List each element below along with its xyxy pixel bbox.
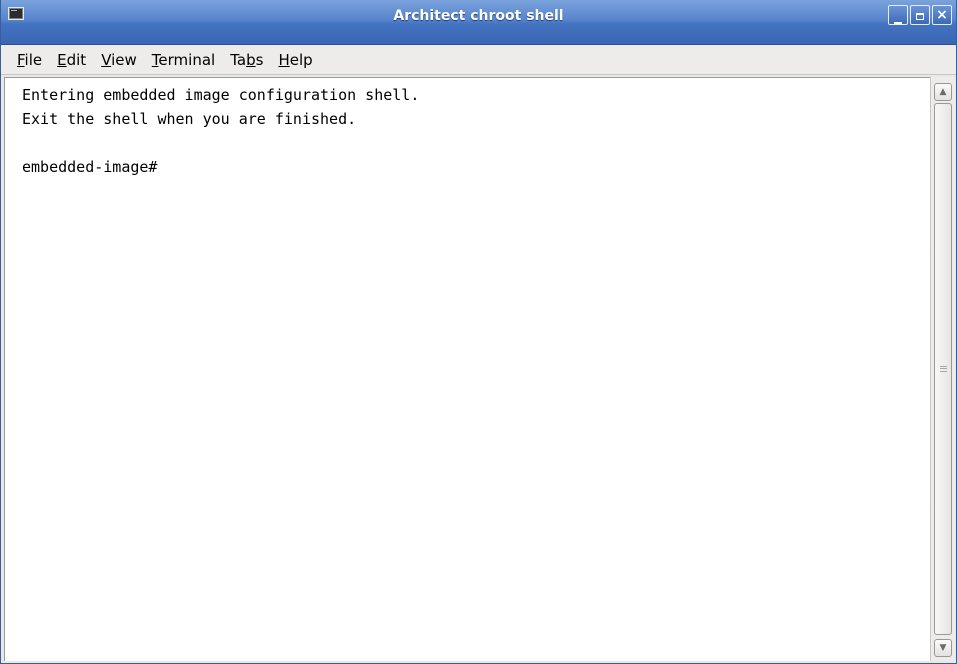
- menu-terminal-label: erminal: [158, 50, 216, 69]
- menu-tabs-mnemonic: b: [246, 50, 256, 69]
- menu-view-label: iew: [111, 50, 137, 69]
- maximize-icon: [916, 13, 924, 20]
- window-title: Architect chroot shell: [393, 8, 564, 24]
- terminal-line: Entering embedded image configuration sh…: [22, 86, 420, 104]
- grip-icon: [940, 366, 947, 372]
- minimize-icon: [894, 22, 902, 24]
- maximize-button[interactable]: [910, 5, 930, 25]
- menu-help-mnemonic: H: [278, 50, 290, 69]
- menu-file[interactable]: File: [11, 48, 48, 72]
- minimize-button[interactable]: [888, 5, 908, 25]
- terminal-line: Exit the shell when you are finished.: [22, 110, 357, 128]
- close-icon: ×: [936, 7, 948, 23]
- title-bar[interactable]: Architect chroot shell ×: [1, 0, 956, 45]
- scrollbar-thumb[interactable]: [934, 103, 952, 635]
- vertical-scrollbar[interactable]: ▲ ▼: [930, 77, 955, 661]
- menu-bar: File Edit View Terminal Tabs Help: [1, 45, 956, 75]
- terminal-prompt: embedded-image#: [22, 158, 158, 176]
- menu-help-label: elp: [289, 50, 313, 69]
- terminal-text: Entering embedded image configuration sh…: [5, 78, 930, 179]
- menu-edit[interactable]: Edit: [51, 48, 92, 72]
- menu-tabs-label: s: [255, 50, 264, 69]
- close-button[interactable]: ×: [932, 5, 952, 25]
- menu-file-mnemonic: F: [17, 50, 25, 69]
- menu-view-mnemonic: V: [101, 50, 112, 69]
- arrow-down-icon: ▼: [939, 643, 947, 653]
- menu-view[interactable]: View: [95, 48, 143, 72]
- terminal-output-area[interactable]: Entering embedded image configuration sh…: [4, 77, 930, 661]
- menu-edit-mnemonic: E: [57, 50, 67, 69]
- terminal-window: Architect chroot shell × File Edit View …: [0, 0, 957, 664]
- menu-tabs-label-pre: Ta: [230, 50, 247, 69]
- menu-file-label: ile: [24, 50, 43, 69]
- scroll-up-button[interactable]: ▲: [934, 83, 952, 101]
- menu-edit-label: dit: [66, 50, 87, 69]
- window-controls: ×: [888, 5, 952, 25]
- menu-terminal[interactable]: Terminal: [146, 48, 221, 72]
- arrow-up-icon: ▲: [939, 87, 947, 97]
- menu-tabs[interactable]: Tabs: [224, 48, 269, 72]
- menu-help[interactable]: Help: [272, 48, 318, 72]
- scroll-down-button[interactable]: ▼: [934, 639, 952, 657]
